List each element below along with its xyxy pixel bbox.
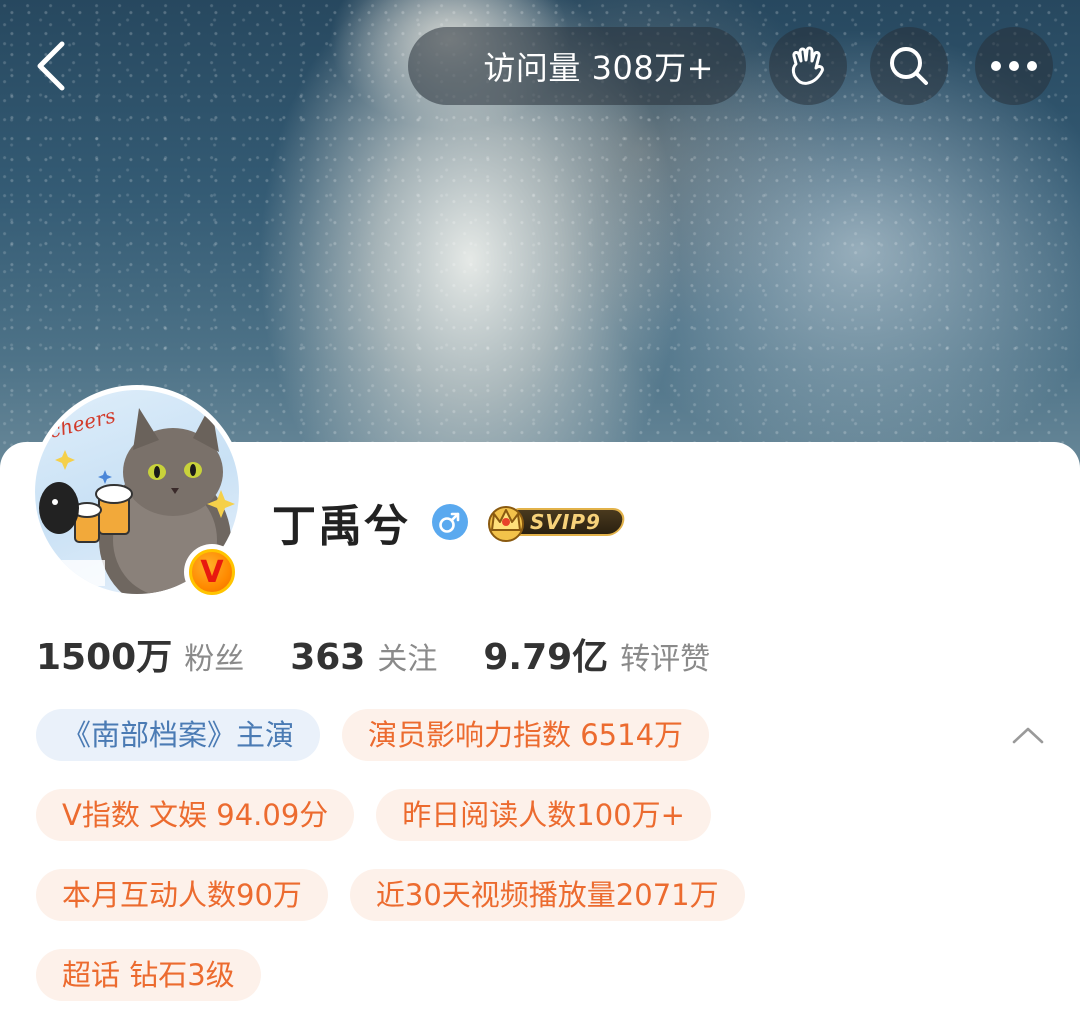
visit-count-text: 访问量 308万+ [483,49,714,87]
tag-monthly-interactions[interactable]: 本月互动人数90万 [36,869,328,921]
stat-following[interactable]: 363 关注 [290,634,437,678]
tag-influence-index[interactable]: 演员影响力指数 6514万 [342,709,710,761]
chevron-up-icon [1012,727,1044,744]
back-button[interactable] [20,36,80,96]
visit-count-pill: 访问量 308万+ [408,27,746,105]
stats-row: 1500万 粉丝 363 关注 9.79亿 转评赞 [36,628,756,680]
profile-name: 丁禹兮 [272,501,410,552]
profile-page: 访问量 308万+ cheers V 丁禹兮 SVIP9 1500万 粉丝 36… [0,0,1080,1014]
chevron-left-icon [37,41,65,91]
verified-badge: V [184,544,240,600]
waving-hand-icon [791,46,824,85]
stat-label: 关注 [377,642,438,677]
stat-value: 1500万 [36,637,173,678]
svip-badge[interactable]: SVIP9 [484,502,627,542]
more-button[interactable] [975,27,1053,105]
tag-v-index[interactable]: V指数 文娱 94.09分 [36,789,355,841]
stat-interactions[interactable]: 9.79亿 转评赞 [483,628,710,680]
tag-role[interactable]: 《南部档案》主演 [36,709,321,761]
collapse-button[interactable] [1008,720,1048,750]
stat-label: 转评赞 [620,642,711,677]
more-dots-icon [991,61,1037,71]
crown-icon [488,506,524,542]
name-row: 丁禹兮 SVIP9 [272,490,627,554]
stat-fans[interactable]: 1500万 粉丝 [36,628,244,680]
tag-row: V指数 文娱 94.09分 昨日阅读人数100万+ [36,789,1036,841]
tag-row: 超话 钻石3级 [36,949,1036,1001]
svip-badge-text: SVIP9 [530,510,601,534]
tag-list: 《南部档案》主演 演员影响力指数 6514万 V指数 文娱 94.09分 昨日阅… [36,709,1036,1014]
tag-row: 《南部档案》主演 演员影响力指数 6514万 [36,709,1036,761]
tag-super-topic[interactable]: 超话 钻石3级 [36,949,261,1001]
stat-value: 9.79亿 [483,637,609,678]
stat-value: 363 [290,637,366,678]
stat-label: 粉丝 [184,642,245,677]
tag-daily-readers[interactable]: 昨日阅读人数100万+ [376,789,711,841]
verified-badge-text: V [200,554,224,590]
tag-row: 本月互动人数90万 近30天视频播放量2071万 [36,869,1036,921]
search-icon [890,47,928,85]
verified-v-icon: V [189,549,235,595]
tag-video-views[interactable]: 近30天视频播放量2071万 [349,869,745,921]
male-icon [432,504,468,540]
search-button[interactable] [870,27,948,105]
greet-button[interactable] [769,27,847,105]
